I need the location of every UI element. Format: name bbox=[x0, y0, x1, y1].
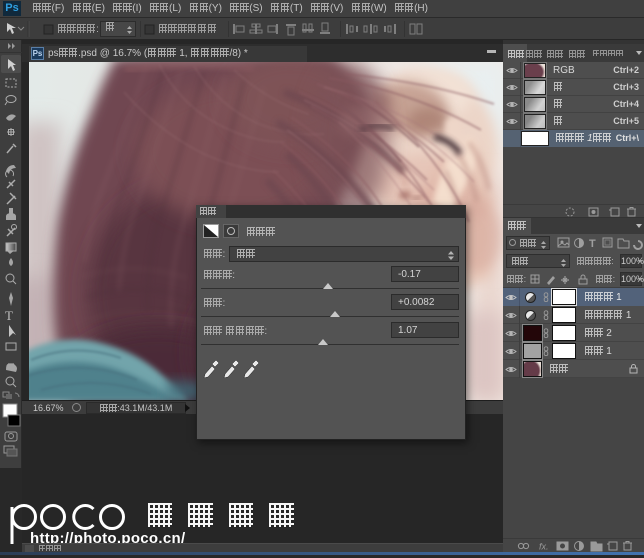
svg-text:fx.: fx. bbox=[539, 542, 549, 552]
svg-text:T: T bbox=[5, 308, 13, 323]
svg-text:T: T bbox=[589, 238, 596, 250]
